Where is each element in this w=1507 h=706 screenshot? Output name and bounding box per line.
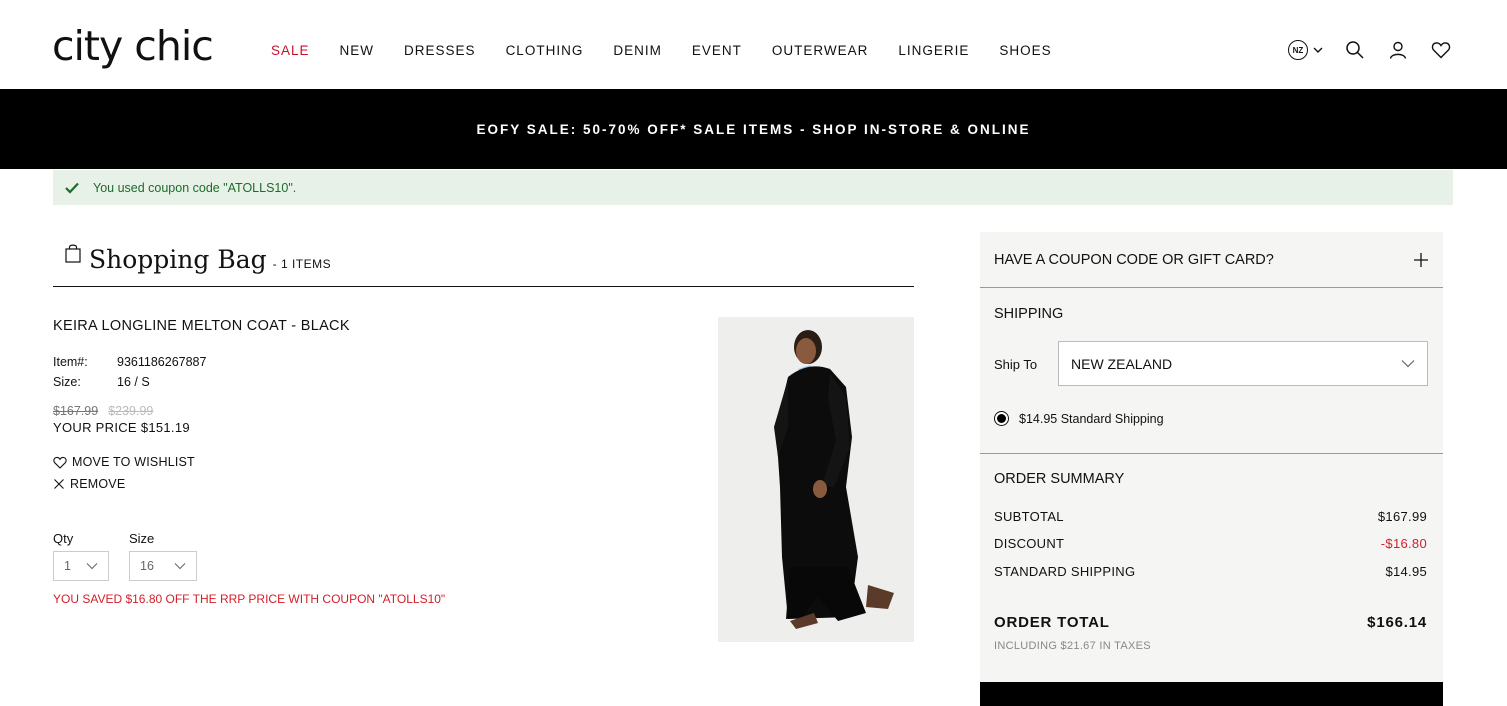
shopping-bag-icon (65, 243, 81, 268)
nav-item-new[interactable]: NEW (340, 43, 375, 58)
item-number-label: Item#: (53, 355, 88, 369)
nav-item-lingerie[interactable]: LINGERIE (898, 43, 969, 58)
ship-to-country-select[interactable]: NEW ZEALAND (1058, 341, 1428, 386)
summary-label: STANDARD SHIPPING (994, 564, 1136, 579)
coupon-toggle-label: HAVE A COUPON CODE OR GIFT CARD? (994, 251, 1274, 268)
size-label: Size: (53, 375, 81, 389)
shipping-title: SHIPPING (994, 306, 1064, 322)
summary-label: SUBTOTAL (994, 509, 1064, 524)
notice-text: You used coupon code "ATOLLS10". (93, 180, 297, 195)
promo-banner-text: EOFY SALE: 50-70% OFF* SALE ITEMS - SHOP… (476, 121, 1031, 137)
qty-label: Qty (53, 531, 74, 546)
chevron-down-icon (1401, 360, 1415, 368)
search-icon[interactable] (1343, 38, 1367, 62)
header-icons: NZ (1288, 38, 1453, 62)
page-title: Shopping Bag (89, 245, 267, 274)
size-select[interactable]: 16 (129, 551, 197, 581)
nav-item-denim[interactable]: DENIM (613, 43, 662, 58)
heart-icon (53, 456, 67, 469)
divider (980, 453, 1443, 454)
region-selector[interactable]: NZ (1288, 40, 1324, 60)
item-number-value: 9361186267887 (117, 355, 207, 369)
nav-item-shoes[interactable]: SHOES (999, 43, 1051, 58)
qty-value: 1 (64, 559, 71, 573)
move-to-wishlist-button[interactable]: MOVE TO WISHLIST (53, 455, 195, 469)
move-to-wishlist-label: MOVE TO WISHLIST (72, 455, 195, 469)
ship-to-label: Ship To (994, 357, 1038, 372)
qty-select[interactable]: 1 (53, 551, 109, 581)
order-total-value: $166.14 (1367, 614, 1427, 631)
order-total-row: ORDER TOTAL $166.14 (994, 614, 1427, 631)
remove-button[interactable]: REMOVE (53, 477, 125, 491)
promo-banner[interactable]: EOFY SALE: 50-70% OFF* SALE ITEMS - SHOP… (0, 89, 1507, 169)
summary-row-discount: DISCOUNT -$16.80 (994, 536, 1427, 551)
remove-label: REMOVE (70, 477, 126, 491)
chevron-down-icon (174, 563, 186, 570)
shipping-option-standard[interactable]: $14.95 Standard Shipping (994, 411, 1164, 426)
bag-item-count: - 1 ITEMS (272, 257, 332, 271)
main-nav: SALE NEW DRESSES CLOTHING DENIM EVENT OU… (271, 43, 1082, 58)
summary-value: $14.95 (1385, 564, 1427, 579)
chevron-down-icon (86, 563, 98, 570)
summary-row-subtotal: SUBTOTAL $167.99 (994, 509, 1427, 524)
shipping-option-label: $14.95 Standard Shipping (1019, 411, 1164, 426)
nav-item-event[interactable]: EVENT (692, 43, 742, 58)
nav-item-clothing[interactable]: CLOTHING (506, 43, 584, 58)
chevron-down-icon (1313, 47, 1323, 53)
wishlist-icon[interactable] (1429, 38, 1453, 62)
your-price: YOUR PRICE $151.19 (53, 420, 190, 435)
size-value: 16 / S (117, 375, 150, 389)
ship-to-value: NEW ZEALAND (1071, 355, 1173, 372)
order-summary-title: ORDER SUMMARY (994, 471, 1125, 487)
checkout-button[interactable] (980, 682, 1443, 706)
nav-item-outerwear[interactable]: OUTERWEAR (772, 43, 869, 58)
shopping-bag-header: Shopping Bag - 1 ITEMS (53, 244, 914, 287)
coupon-gift-card-toggle[interactable]: HAVE A COUPON CODE OR GIFT CARD? (980, 232, 1443, 288)
price-rrp: $239.99 (108, 404, 154, 418)
product-image[interactable] (718, 317, 914, 642)
price-was: $167.99 (53, 404, 99, 418)
close-icon (54, 479, 64, 489)
original-prices: $167.99 $239.99 (53, 404, 163, 418)
tax-note: INCLUDING $21.67 IN TAXES (994, 640, 1151, 652)
size-select-value: 16 (140, 559, 154, 573)
region-badge: NZ (1288, 40, 1308, 60)
order-total-label: ORDER TOTAL (994, 614, 1110, 631)
size-select-label: Size (129, 531, 155, 546)
coupon-savings-text: YOU SAVED $16.80 OFF THE RRP PRICE WITH … (53, 592, 446, 606)
nav-item-sale[interactable]: SALE (271, 43, 310, 58)
logo[interactable]: city chic (52, 22, 214, 70)
item-number-row: Item#: 9361186267887 (53, 355, 206, 369)
account-icon[interactable] (1386, 38, 1410, 62)
summary-value: $167.99 (1377, 509, 1427, 524)
size-row: Size: 16 / S (53, 375, 150, 389)
shipping-radio[interactable] (994, 411, 1009, 426)
order-summary-panel (980, 232, 1443, 706)
nav-item-dresses[interactable]: DRESSES (404, 43, 476, 58)
summary-label: DISCOUNT (994, 536, 1065, 551)
summary-value: -$16.80 (1380, 536, 1427, 551)
coupon-success-notice: You used coupon code "ATOLLS10". (53, 170, 1453, 205)
check-icon (65, 182, 79, 194)
product-name[interactable]: KEIRA LONGLINE MELTON COAT - BLACK (53, 318, 350, 334)
plus-icon (1414, 252, 1428, 267)
site-header: city chic SALE NEW DRESSES CLOTHING DENI… (0, 0, 1507, 89)
summary-row-shipping: STANDARD SHIPPING $14.95 (994, 564, 1427, 579)
